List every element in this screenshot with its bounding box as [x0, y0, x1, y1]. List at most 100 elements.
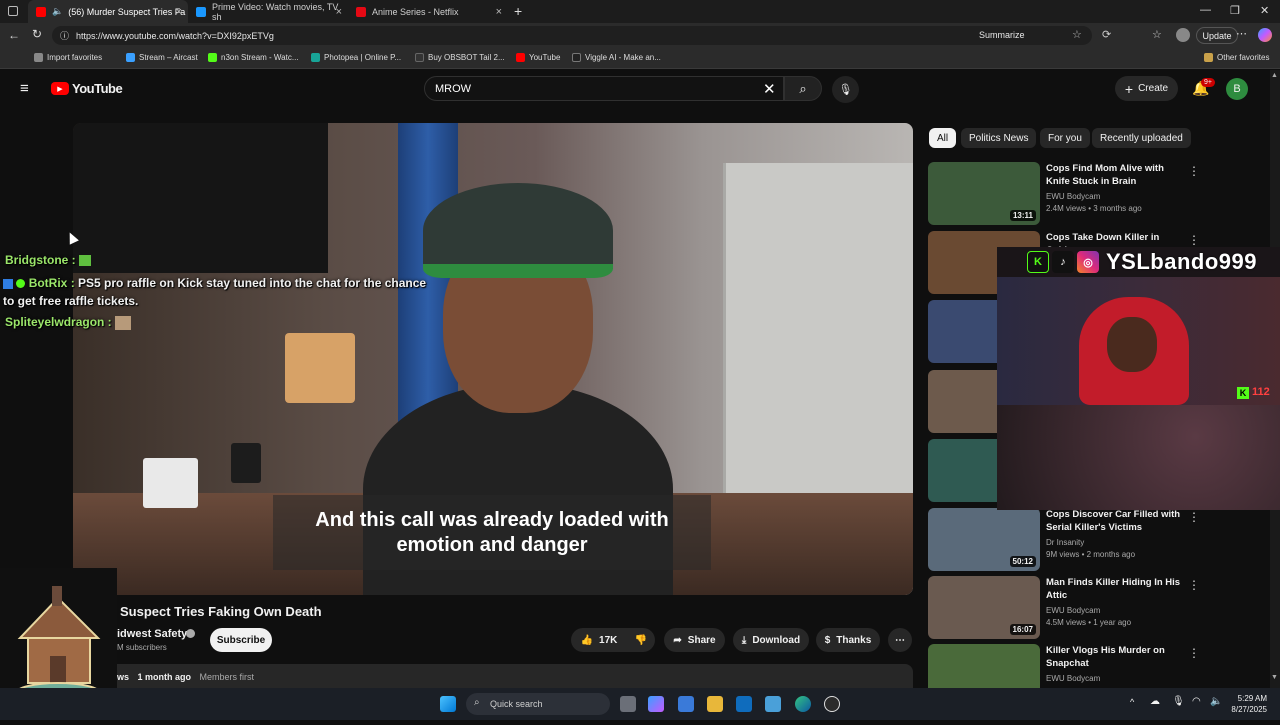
- extensions-icon[interactable]: ⟳: [1102, 28, 1111, 41]
- create-label: Create: [1138, 83, 1169, 94]
- like-button[interactable]: 👍 17K: [571, 628, 627, 652]
- streamer-face: [1107, 317, 1157, 372]
- kebab-menu-icon[interactable]: ⋮: [1188, 646, 1200, 660]
- wifi-icon[interactable]: ◠: [1192, 696, 1201, 707]
- caption-line: And this call was already loaded with: [315, 508, 669, 531]
- chip-all[interactable]: All: [929, 128, 957, 148]
- tab-netflix[interactable]: Anime Series - Netflix ×: [348, 0, 508, 23]
- copilot-icon[interactable]: [648, 696, 664, 712]
- close-window-icon[interactable]: ✕: [1260, 4, 1269, 17]
- video-player[interactable]: And this call was already loaded with em…: [73, 123, 913, 595]
- streamer-webcam-overlay: K 112 K ♪ ◎ YSLbando999: [997, 247, 1280, 510]
- branded-cube: [143, 458, 198, 508]
- refresh-icon[interactable]: ↻: [32, 27, 42, 41]
- video-thumbnail[interactable]: 50:12: [928, 508, 1040, 571]
- more-actions-button[interactable]: ⋯: [888, 628, 912, 652]
- chip-for-you[interactable]: For you: [1040, 128, 1090, 148]
- kebab-menu-icon[interactable]: ⋮: [1188, 233, 1200, 247]
- kebab-menu-icon[interactable]: ⋮: [1188, 510, 1200, 524]
- tray-chevron-icon[interactable]: ^: [1130, 697, 1134, 707]
- other-favorites[interactable]: Other favorites: [1204, 53, 1269, 62]
- bookmark-obsbot[interactable]: Buy OBSBOT Tail 2...: [415, 53, 505, 62]
- back-icon[interactable]: ←: [8, 28, 20, 42]
- photos-icon[interactable]: [765, 696, 781, 712]
- scroll-up-icon[interactable]: ▲: [1271, 72, 1278, 79]
- clock[interactable]: 5:29 AM 8/27/2025: [1227, 693, 1267, 715]
- recommended-video[interactable]: 13:11 Cops Find Mom Alive with Knife Stu…: [928, 162, 1268, 226]
- description-box[interactable]: ws 1 month ago Members first: [73, 664, 913, 688]
- chip-label: Recently uploaded: [1100, 132, 1183, 144]
- microphone-tray-icon[interactable]: 🎙: [1172, 696, 1185, 707]
- chip-politics-news[interactable]: Politics News: [961, 128, 1037, 148]
- download-label: Download: [752, 634, 801, 646]
- video-caption: And this call was already loaded with em…: [273, 495, 711, 570]
- task-view-icon[interactable]: [620, 696, 636, 712]
- search-button[interactable]: ⌕: [784, 76, 822, 101]
- thanks-button[interactable]: $ Thanks: [816, 628, 880, 652]
- tab-prime-video[interactable]: Prime Video: Watch movies, TV sh ×: [188, 0, 348, 23]
- bookmark-stream-aircast[interactable]: Stream – Aircast: [126, 53, 198, 62]
- url-bar[interactable]: ⓘ https://www.youtube.com/watch?v=DXI92p…: [52, 26, 1092, 45]
- hamburger-menu-icon[interactable]: ≡: [20, 80, 29, 97]
- bookmark-youtube[interactable]: YouTube: [516, 53, 560, 62]
- tab-actions-icon[interactable]: [8, 6, 18, 16]
- video-thumbnail[interactable]: [928, 644, 1040, 688]
- minimize-icon[interactable]: —: [1200, 4, 1211, 16]
- download-button[interactable]: ⤓ Download: [733, 628, 809, 652]
- edge-icon[interactable]: [795, 696, 811, 712]
- account-avatar[interactable]: B: [1226, 78, 1248, 100]
- site-info-icon[interactable]: ⓘ: [60, 29, 69, 42]
- address-toolbar: ← ↻ ⓘ https://www.youtube.com/watch?v=DX…: [0, 23, 1280, 48]
- bookmark-viggle[interactable]: Viggle AI - Make an...: [572, 53, 661, 62]
- share-button[interactable]: ➦ Share: [664, 628, 725, 652]
- file-explorer-icon[interactable]: [707, 696, 723, 712]
- microsoft-store-icon[interactable]: [678, 696, 694, 712]
- recommended-video[interactable]: 50:12 Cops Discover Car Filled with Seri…: [928, 508, 1268, 572]
- windows-start-icon[interactable]: [440, 696, 456, 712]
- streamer-name: YSLbando999: [1106, 249, 1257, 274]
- channel-name[interactable]: idwest Safety: [117, 628, 187, 640]
- search-input[interactable]: MROW ✕: [424, 76, 784, 101]
- chat-message: Spliteyelwdragon :: [5, 315, 132, 330]
- favorites-icon[interactable]: ☆: [1152, 28, 1162, 41]
- more-menu-icon[interactable]: ⋯: [1236, 27, 1247, 40]
- copilot-icon[interactable]: [1258, 28, 1272, 42]
- dislike-button[interactable]: 👎: [627, 628, 655, 652]
- subscribe-button[interactable]: Subscribe: [210, 628, 272, 652]
- chip-recently-uploaded[interactable]: Recently uploaded: [1092, 128, 1191, 148]
- summarize-button[interactable]: Summarize: [979, 30, 1025, 40]
- new-tab-icon[interactable]: +: [514, 3, 522, 19]
- create-button[interactable]: + Create: [1115, 76, 1178, 101]
- volume-icon[interactable]: 🔈: [1210, 696, 1222, 707]
- clock-date: 8/27/2025: [1231, 705, 1267, 714]
- video-thumbnail[interactable]: 13:11: [928, 162, 1040, 225]
- bookmark-photopea[interactable]: Photopea | Online P...: [311, 53, 401, 62]
- video-thumbnail[interactable]: 16:07: [928, 576, 1040, 639]
- caption-line: emotion and danger: [396, 533, 588, 556]
- close-tab-icon[interactable]: ×: [496, 6, 502, 18]
- clear-search-icon[interactable]: ✕: [763, 80, 776, 98]
- bookmark-import-favorites[interactable]: Import favorites: [34, 53, 102, 62]
- outlook-icon[interactable]: [736, 696, 752, 712]
- obs-icon[interactable]: [824, 696, 840, 712]
- kebab-menu-icon[interactable]: ⋮: [1188, 578, 1200, 592]
- speaker-icon[interactable]: 🔈: [52, 6, 63, 17]
- voice-search-button[interactable]: 🎙: [832, 76, 859, 103]
- chat-emote-icon: [79, 255, 92, 267]
- star-icon[interactable]: ☆: [1072, 28, 1082, 41]
- scroll-down-icon[interactable]: ▼: [1271, 674, 1278, 681]
- restore-icon[interactable]: ❐: [1230, 4, 1240, 17]
- profile-avatar[interactable]: [1176, 28, 1190, 42]
- kebab-menu-icon[interactable]: ⋮: [1188, 164, 1200, 178]
- verified-badge-icon: [16, 279, 26, 289]
- taskbar-search-input[interactable]: ⌕ Quick search: [466, 693, 610, 715]
- recommended-video[interactable]: Killer Vlogs His Murder on Snapchat EWU …: [928, 644, 1268, 688]
- recommended-video[interactable]: 16:07 Man Finds Killer Hiding In His Att…: [928, 576, 1268, 640]
- youtube-logo[interactable]: ▶ YouTube: [51, 81, 123, 96]
- update-button[interactable]: Update: [1196, 27, 1238, 44]
- close-tab-icon[interactable]: ×: [176, 6, 182, 18]
- close-tab-icon[interactable]: ×: [336, 6, 342, 18]
- cloud-icon[interactable]: ☁: [1150, 696, 1160, 707]
- bookmark-n3on[interactable]: n3on Stream - Watc...: [208, 53, 299, 62]
- tab-youtube[interactable]: 🔈 (56) Murder Suspect Tries Fa ×: [28, 0, 188, 23]
